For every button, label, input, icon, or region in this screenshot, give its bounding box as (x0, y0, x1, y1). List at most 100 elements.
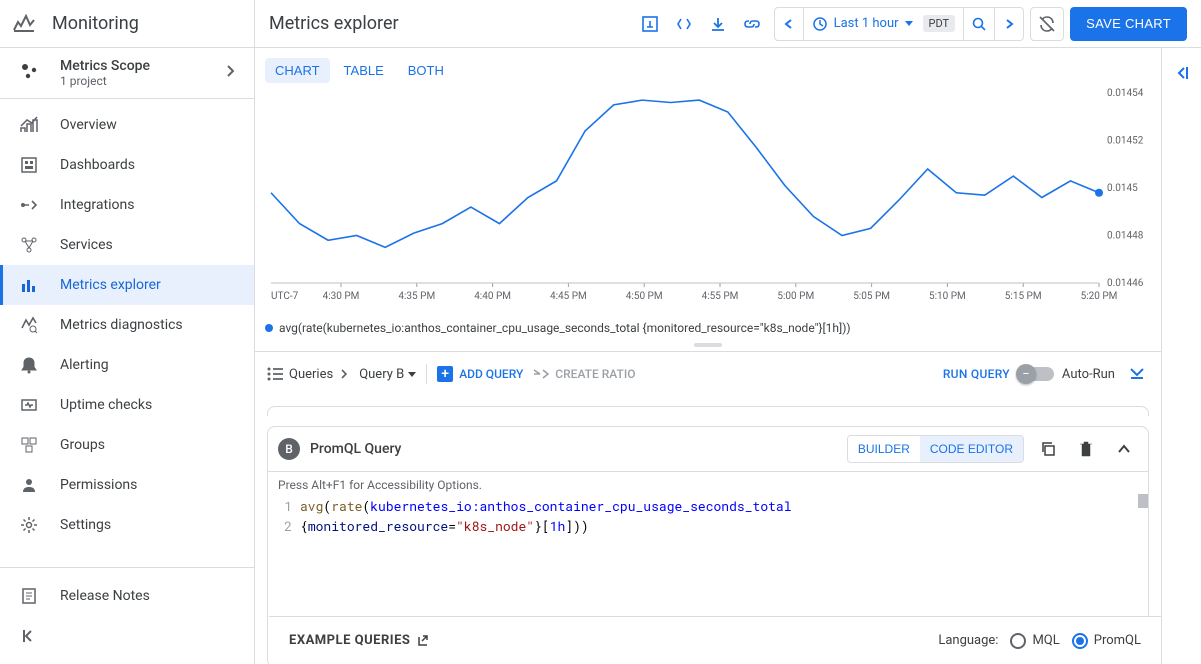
svg-text:0.01452: 0.01452 (1107, 136, 1144, 147)
copy-button[interactable] (1034, 435, 1062, 463)
expand-panel-button[interactable] (1173, 64, 1191, 664)
add-to-dashboard-icon[interactable] (634, 8, 666, 40)
save-chart-button[interactable]: SAVE CHART (1070, 7, 1187, 41)
queries-label: Queries (289, 367, 333, 382)
time-range-button[interactable]: Last 1 hour PDT (804, 8, 964, 40)
sidebar-item-dashboards[interactable]: Dashboards (0, 145, 254, 185)
svg-text:0.01446: 0.01446 (1107, 278, 1144, 289)
add-query-button[interactable]: + ADD QUERY (437, 366, 523, 382)
chevron-right-icon (224, 64, 238, 82)
sidebar-item-metrics-diagnostics[interactable]: Metrics diagnostics (0, 305, 254, 345)
plus-icon: + (437, 366, 453, 382)
monitoring-logo-icon (12, 16, 36, 32)
release-notes-icon (20, 587, 44, 605)
scope-title: Metrics Scope (60, 58, 150, 74)
create-ratio-button[interactable]: CREATE RATIO (533, 367, 635, 381)
svg-text:0.01448: 0.01448 (1107, 231, 1144, 242)
collapse-card-button[interactable] (1110, 435, 1138, 463)
sidebar-item-services[interactable]: Services (0, 225, 254, 265)
svg-text:UTC-7: UTC-7 (271, 291, 299, 302)
line-gutter: 12 (268, 496, 300, 536)
chevron-right-icon (339, 369, 349, 379)
scope-subtitle: 1 project (60, 74, 150, 88)
query-mode-toggle: BUILDER CODE EDITOR (847, 435, 1024, 463)
tab-table[interactable]: TABLE (334, 58, 394, 83)
query-toolbar: Queries Query B + ADD QUERY CREATE R (255, 352, 1161, 396)
svg-text:5:15 PM: 5:15 PM (1005, 291, 1042, 302)
caret-down-icon (408, 372, 416, 377)
sidebar-header: Monitoring (0, 0, 254, 48)
legend-color-dot (265, 324, 273, 332)
chart-legend[interactable]: avg(rate(kubernetes_io:anthos_container_… (255, 319, 1161, 339)
promql-radio[interactable]: PromQL (1072, 633, 1141, 649)
legend-text: avg(rate(kubernetes_io:anthos_container_… (279, 321, 851, 335)
svg-text:4:40 PM: 4:40 PM (474, 291, 511, 302)
delete-button[interactable] (1072, 435, 1100, 463)
sidebar-item-settings[interactable]: Settings (0, 505, 254, 545)
svg-text:4:55 PM: 4:55 PM (702, 291, 739, 302)
sidebar-item-groups[interactable]: Groups (0, 425, 254, 465)
svg-text:0.01454: 0.01454 (1107, 88, 1144, 99)
collapse-queries-button[interactable] (1125, 363, 1149, 386)
resize-handle[interactable] (255, 339, 1161, 352)
sidebar-item-release-notes[interactable]: Release Notes (0, 576, 254, 616)
mql-radio[interactable]: MQL (1010, 633, 1059, 649)
sidebar-item-integrations[interactable]: Integrations (0, 185, 254, 225)
time-reset-button[interactable] (964, 8, 994, 40)
autorun-toggle[interactable]: − (1020, 367, 1054, 381)
settings-icon (20, 516, 44, 534)
svg-text:4:35 PM: 4:35 PM (398, 291, 435, 302)
external-link-icon (416, 635, 428, 647)
minimap-indicator (1138, 494, 1148, 508)
autorefresh-off-icon[interactable] (1030, 7, 1064, 41)
timezone-badge[interactable]: PDT (923, 15, 956, 32)
right-rail (1161, 48, 1201, 664)
sidebar-item-permissions[interactable]: Permissions (0, 465, 254, 505)
sidebar-item-uptime-checks[interactable]: Uptime checks (0, 385, 254, 425)
download-icon[interactable] (702, 8, 734, 40)
svg-text:5:05 PM: 5:05 PM (853, 291, 890, 302)
sidebar-item-metrics-explorer[interactable]: Metrics explorer (0, 265, 254, 305)
svg-text:4:30 PM: 4:30 PM (323, 291, 360, 302)
code-editor-mode-button[interactable]: CODE EDITOR (920, 436, 1023, 462)
run-query-button[interactable]: RUN QUERY (943, 367, 1010, 381)
scope-icon (20, 62, 38, 84)
sidebar-item-overview[interactable]: Overview (0, 105, 254, 145)
sidebar-footer: Release Notes (0, 567, 254, 664)
editor-accessibility-hint: Press Alt+F1 for Accessibility Options. (268, 472, 1148, 492)
query-card-footer: EXAMPLE QUERIES Language: MQL PromQL (269, 616, 1161, 664)
integrations-icon (20, 196, 44, 214)
language-label: Language: (938, 633, 998, 648)
example-queries-link[interactable]: EXAMPLE QUERIES (289, 633, 428, 648)
json-icon[interactable] (668, 8, 700, 40)
sidebar-item-alerting[interactable]: Alerting (0, 345, 254, 385)
tab-chart[interactable]: CHART (265, 58, 330, 83)
caret-down-icon (905, 21, 913, 26)
svg-text:4:45 PM: 4:45 PM (550, 291, 587, 302)
collapse-sidebar-button[interactable] (0, 616, 254, 656)
page-title: Metrics explorer (269, 13, 399, 34)
time-next-button[interactable] (995, 8, 1023, 40)
time-prev-button[interactable] (775, 8, 803, 40)
metrics-explorer-icon (20, 276, 44, 294)
autorun-label: Auto-Run (1062, 367, 1115, 382)
uptime-icon (20, 396, 44, 414)
tab-both[interactable]: BOTH (398, 58, 454, 83)
groups-icon (20, 436, 44, 454)
time-range-selector: Last 1 hour PDT (774, 7, 1025, 41)
clock-icon (812, 16, 828, 32)
sidebar: Monitoring Metrics Scope 1 project Overv… (0, 0, 255, 664)
metrics-scope-selector[interactable]: Metrics Scope 1 project (0, 48, 254, 99)
topbar: Metrics explorer Last 1 hour PDT (255, 0, 1201, 48)
product-title: Monitoring (52, 13, 139, 34)
alerting-icon (20, 356, 44, 374)
view-tabs: CHART TABLE BOTH (255, 48, 1161, 83)
builder-mode-button[interactable]: BUILDER (848, 436, 920, 462)
svg-text:5:20 PM: 5:20 PM (1081, 291, 1118, 302)
query-badge: B (278, 438, 300, 460)
svg-text:5:10 PM: 5:10 PM (929, 291, 966, 302)
link-icon[interactable] (736, 8, 768, 40)
query-card-title: PromQL Query (310, 441, 401, 457)
svg-text:0.0145: 0.0145 (1107, 183, 1138, 194)
query-selector[interactable]: Query B (359, 367, 416, 382)
